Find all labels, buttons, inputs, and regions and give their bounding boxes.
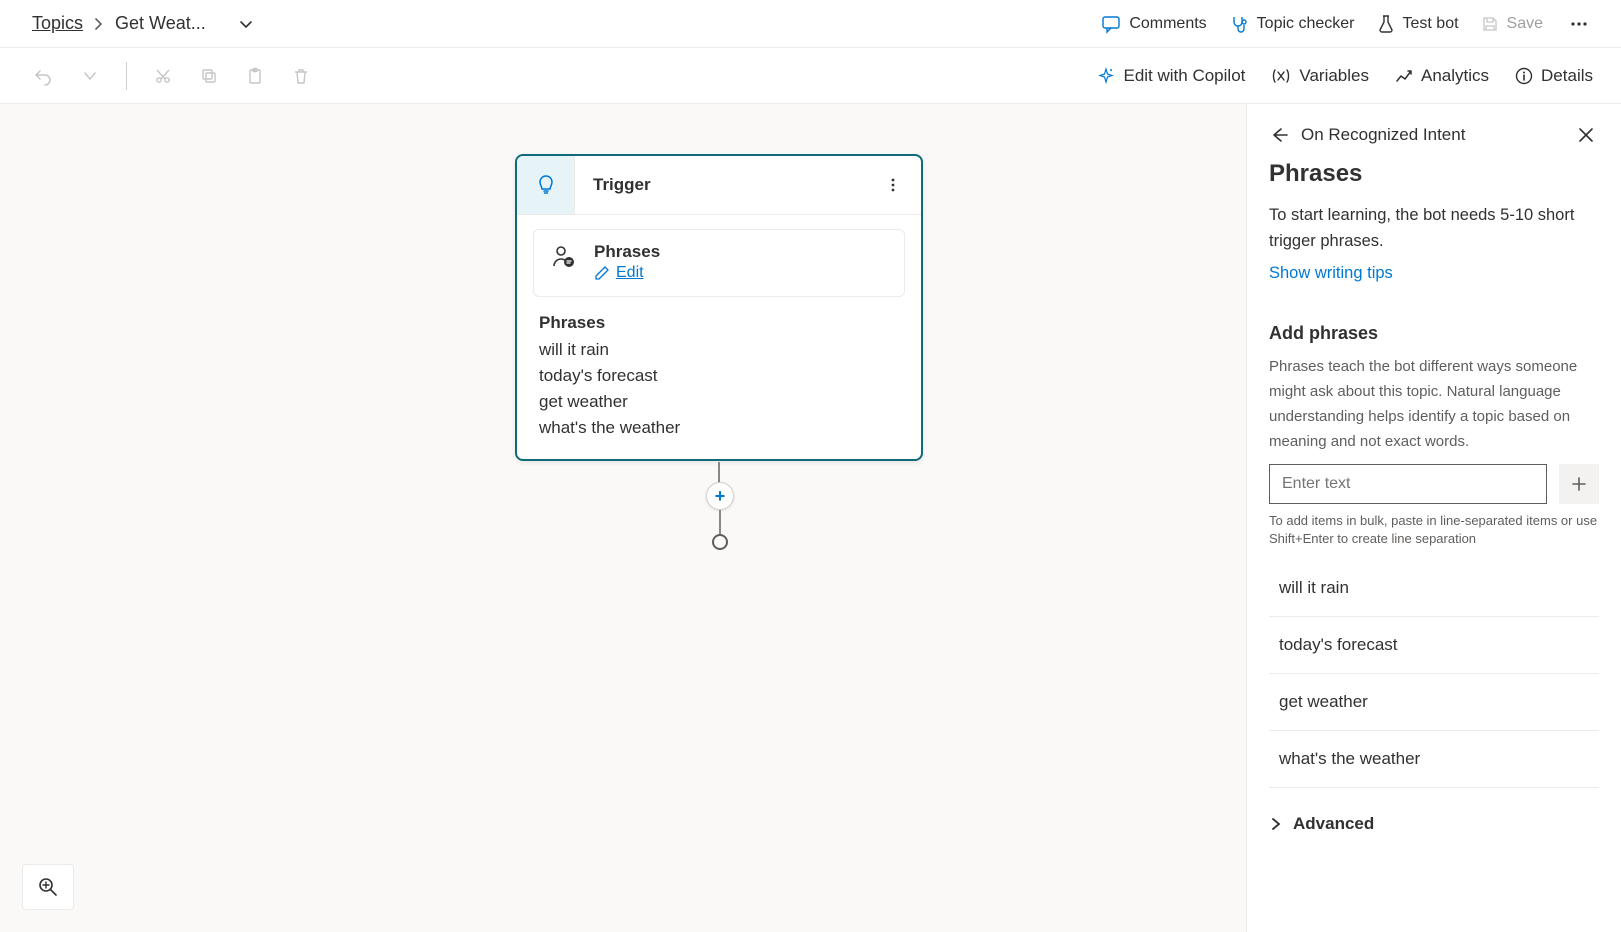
- plus-icon: [1571, 476, 1587, 492]
- stethoscope-icon: [1229, 14, 1249, 34]
- details-label: Details: [1541, 66, 1593, 86]
- panel-intro-text: To start learning, the bot needs 5-10 sh…: [1269, 202, 1599, 254]
- node-phrase-item: get weather: [539, 389, 899, 415]
- undo-dropdown-button[interactable]: [74, 60, 106, 92]
- sparkle-icon: [1097, 67, 1115, 85]
- breadcrumb-bar: Topics Get Weat... Comments Topic checke…: [0, 0, 1621, 48]
- edit-with-copilot-label: Edit with Copilot: [1123, 66, 1245, 86]
- add-phrase-button[interactable]: [1559, 464, 1599, 504]
- magnifier-plus-icon: [37, 876, 59, 898]
- show-writing-tips-link[interactable]: Show writing tips: [1269, 264, 1393, 283]
- topic-checker-button[interactable]: Topic checker: [1229, 14, 1355, 34]
- node-phrases-label: Phrases: [539, 313, 899, 333]
- topic-checker-label: Topic checker: [1257, 15, 1355, 33]
- advanced-section-toggle[interactable]: Advanced: [1269, 806, 1599, 842]
- editor-toolbar-right: Edit with Copilot Variables Analytics De…: [1097, 66, 1593, 86]
- variables-icon: [1271, 67, 1291, 85]
- add-node-button[interactable]: +: [706, 482, 734, 510]
- edit-with-copilot-button[interactable]: Edit with Copilot: [1097, 66, 1245, 86]
- variables-button[interactable]: Variables: [1271, 66, 1369, 86]
- trigger-node-body: Phrases Edit Phrases will it rain today'…: [517, 214, 921, 459]
- authoring-canvas[interactable]: Trigger Phrases Edit: [0, 104, 1246, 932]
- test-bot-button[interactable]: Test bot: [1377, 14, 1459, 34]
- node-phrases-list: Phrases will it rain today's forecast ge…: [533, 313, 905, 441]
- node-phrase-item: will it rain: [539, 337, 899, 363]
- editor-toolbar-left: [28, 60, 317, 92]
- panel-phrases-list: will it rain today's forecast get weathe…: [1269, 560, 1599, 788]
- info-icon: [1515, 67, 1533, 85]
- add-phrase-input[interactable]: [1269, 464, 1547, 504]
- trigger-node-header: Trigger: [517, 156, 921, 214]
- edit-phrases-link[interactable]: Edit: [594, 264, 660, 282]
- cut-button[interactable]: [147, 60, 179, 92]
- more-actions-button[interactable]: [1565, 14, 1593, 34]
- trigger-node-more-button[interactable]: [873, 165, 913, 205]
- analytics-label: Analytics: [1421, 66, 1489, 86]
- save-button[interactable]: Save: [1481, 15, 1543, 33]
- panel-close-button[interactable]: [1573, 122, 1599, 148]
- add-phrases-description: Phrases teach the bot different ways som…: [1269, 354, 1599, 454]
- chevron-right-icon: [93, 18, 105, 30]
- trigger-node[interactable]: Trigger Phrases Edit: [515, 154, 923, 461]
- breadcrumb-root-link[interactable]: Topics: [32, 13, 83, 34]
- comment-icon: [1101, 14, 1121, 34]
- close-icon: [1577, 126, 1595, 144]
- panel-phrase-item[interactable]: today's forecast: [1269, 617, 1599, 674]
- zoom-button[interactable]: [22, 864, 74, 910]
- trigger-node-title: Trigger: [575, 175, 873, 195]
- node-phrase-item: what's the weather: [539, 415, 899, 441]
- node-connector-line: [719, 510, 721, 534]
- advanced-label: Advanced: [1293, 814, 1374, 834]
- edit-phrases-label: Edit: [616, 264, 644, 282]
- node-phrase-item: today's forecast: [539, 363, 899, 389]
- toolbar-separator: [126, 62, 127, 90]
- pencil-icon: [594, 265, 610, 281]
- details-button[interactable]: Details: [1515, 66, 1593, 86]
- copy-button[interactable]: [193, 60, 225, 92]
- breadcrumb: Topics Get Weat...: [32, 8, 262, 40]
- chevron-right-icon: [1269, 817, 1283, 831]
- terminal-node: [712, 534, 728, 550]
- add-phrases-heading: Add phrases: [1269, 323, 1599, 344]
- editor-toolbar: Edit with Copilot Variables Analytics De…: [0, 48, 1621, 104]
- panel-phrase-item[interactable]: will it rain: [1269, 560, 1599, 617]
- breadcrumb-current: Get Weat...: [115, 13, 206, 34]
- trigger-icon: [517, 156, 575, 214]
- topbar-actions: Comments Topic checker Test bot Save: [1101, 14, 1593, 34]
- analytics-button[interactable]: Analytics: [1395, 66, 1489, 86]
- comments-button[interactable]: Comments: [1101, 14, 1206, 34]
- panel-heading: Phrases: [1269, 160, 1599, 188]
- add-phrase-hint: To add items in bulk, paste in line-sepa…: [1269, 512, 1599, 548]
- comments-label: Comments: [1129, 15, 1206, 33]
- arrow-left-icon: [1269, 125, 1289, 145]
- paste-button[interactable]: [239, 60, 271, 92]
- flask-icon: [1377, 14, 1395, 34]
- phrases-card[interactable]: Phrases Edit: [533, 229, 905, 297]
- panel-phrase-item[interactable]: what's the weather: [1269, 731, 1599, 788]
- properties-panel: On Recognized Intent Phrases To start le…: [1246, 104, 1621, 932]
- phrases-card-title: Phrases: [594, 242, 660, 262]
- panel-back-title: On Recognized Intent: [1301, 125, 1465, 145]
- variables-label: Variables: [1299, 66, 1369, 86]
- breadcrumb-dropdown-button[interactable]: [230, 8, 262, 40]
- panel-phrase-item[interactable]: get weather: [1269, 674, 1599, 731]
- panel-back-button[interactable]: [1269, 125, 1289, 145]
- test-bot-label: Test bot: [1403, 15, 1459, 33]
- person-chat-icon: [550, 244, 578, 270]
- save-icon: [1481, 15, 1499, 33]
- undo-button[interactable]: [28, 60, 60, 92]
- analytics-icon: [1395, 67, 1413, 85]
- save-label: Save: [1507, 15, 1543, 33]
- delete-button[interactable]: [285, 60, 317, 92]
